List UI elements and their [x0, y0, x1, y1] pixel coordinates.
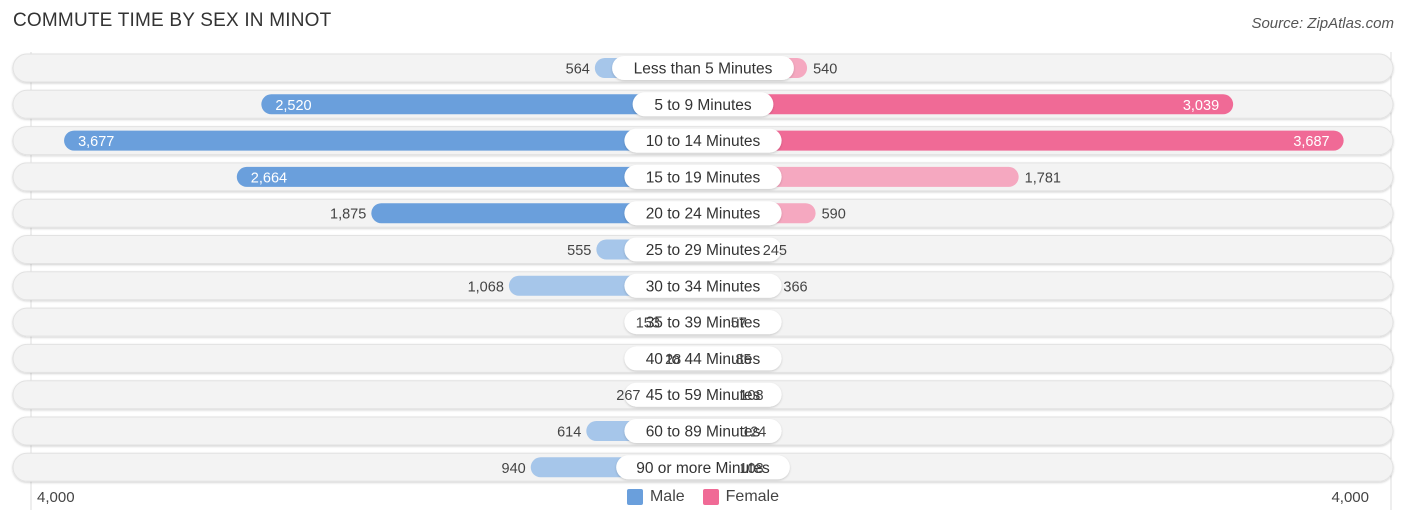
value-label-male: 1,068 — [468, 279, 504, 295]
value-label-female: 3,687 — [1293, 134, 1329, 150]
bar-male — [64, 130, 703, 151]
value-label-male: 28 — [665, 352, 681, 368]
value-label-male: 555 — [567, 243, 591, 259]
category-label: 10 to 14 Minutes — [646, 133, 761, 150]
value-label-male: 1,875 — [330, 207, 366, 223]
category-label: 5 to 9 Minutes — [654, 97, 752, 114]
value-label-male: 564 — [566, 62, 590, 78]
value-label-male: 153 — [636, 316, 660, 332]
category-label: 20 to 24 Minutes — [646, 206, 761, 223]
value-label-female: 366 — [783, 279, 807, 295]
bar-female — [703, 94, 1234, 115]
category-label: 15 to 19 Minutes — [646, 169, 761, 186]
value-label-male: 267 — [616, 388, 640, 404]
legend-swatch-male — [626, 489, 643, 505]
legend: Male Female — [0, 488, 1406, 506]
value-label-female: 1,781 — [1025, 170, 1061, 186]
value-label-female: 85 — [735, 352, 751, 368]
legend-swatch-female — [702, 489, 719, 505]
legend-item-female[interactable]: Female — [702, 488, 780, 506]
value-label-female: 57 — [731, 316, 747, 332]
value-label-female: 245 — [763, 243, 787, 259]
chart-canvas: Less than 5 Minutes 564 540 5 to 9 Minutes 2… — [12, 52, 1394, 510]
value-label-female: 108 — [739, 461, 763, 477]
category-label: 30 to 34 Minutes — [646, 278, 761, 295]
value-label-female: 3,039 — [1183, 98, 1219, 114]
value-label-female: 108 — [739, 388, 763, 404]
legend-label-female: Female — [725, 488, 780, 505]
legend-item-male[interactable]: Male — [626, 488, 685, 506]
value-label-female: 540 — [813, 62, 837, 78]
category-label: 25 to 29 Minutes — [646, 242, 761, 259]
value-label-male: 2,664 — [251, 170, 287, 186]
value-label-male: 3,677 — [78, 134, 114, 150]
legend-label-male: Male — [649, 488, 685, 505]
value-label-male: 940 — [502, 461, 526, 477]
value-label-female: 590 — [822, 207, 846, 223]
bar-female — [703, 130, 1344, 151]
value-label-male: 614 — [557, 425, 581, 441]
category-label: Less than 5 Minutes — [634, 61, 773, 78]
value-label-male: 2,520 — [275, 98, 311, 114]
value-label-female: 124 — [742, 425, 766, 441]
